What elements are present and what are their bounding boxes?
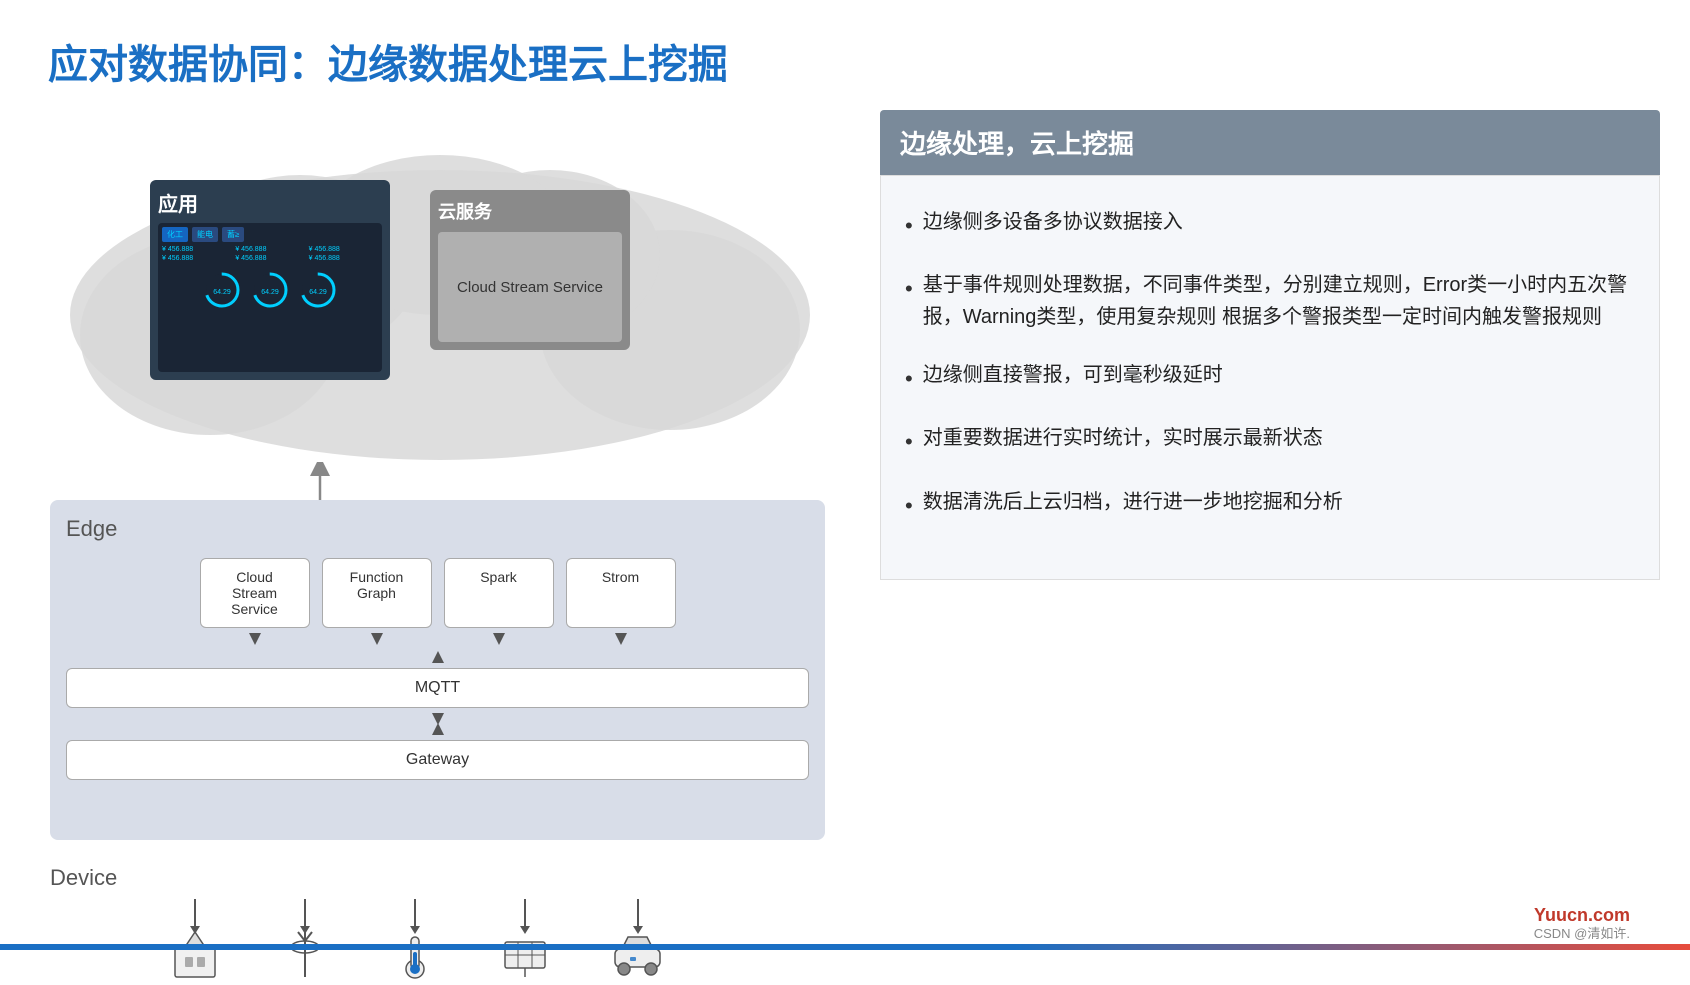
bullet-2: • 基于事件规则处理数据，不同事件类型，分别建立规则，Error类一小时内五次警… [905, 269, 1635, 333]
svg-text:64.29: 64.29 [213, 289, 231, 296]
bullet-1: • 边缘侧多设备多协议数据接入 [905, 206, 1635, 243]
device-area: Device [50, 865, 825, 985]
edge-box: Edge CloudStreamService FunctionGraph Sp… [50, 500, 825, 840]
device-arrow-5 [637, 899, 639, 927]
device-arrow-3 [414, 899, 416, 927]
edge-label: Edge [66, 516, 809, 542]
gauge-1: 64.29 [202, 270, 242, 310]
bullet-3: • 边缘侧直接警报，可到毫秒级延时 [905, 359, 1635, 396]
device-solar [500, 899, 550, 982]
app-label: 应用 [158, 188, 198, 217]
bullet-5: • 数据清洗后上云归档，进行进一步地挖掘和分析 [905, 486, 1635, 523]
bullet-text-1: 边缘侧多设备多协议数据接入 [923, 206, 1183, 238]
wind-turbine-icon [280, 927, 330, 982]
right-header: 边缘处理，云上挖掘 [880, 110, 1660, 175]
bullet-text-2: 基于事件规则处理数据，不同事件类型，分别建立规则，Error类一小时内五次警报，… [923, 269, 1635, 333]
solar-icon [500, 927, 550, 982]
footer-bar [0, 944, 1690, 950]
cloud-stream-inner: Cloud Stream Service [438, 232, 622, 342]
device-icons [170, 899, 825, 982]
app-screen: 化工 能电 蓄≥ ¥ 456.888 ¥ 456.888 ¥ 456.888 ¥… [158, 223, 382, 372]
app-box: 应用 化工 能电 蓄≥ ¥ 456.888 ¥ 456.888 ¥ 456.88… [150, 180, 390, 380]
bullet-text-5: 数据清洗后上云归档，进行进一步地挖掘和分析 [923, 486, 1343, 518]
cloud-stream-text: Cloud Stream Service [457, 277, 603, 298]
data-cell: ¥ 456.888 [162, 255, 231, 262]
ev-car-icon [610, 927, 665, 982]
bullet-dot-5: • [905, 488, 913, 523]
data-cell: ¥ 456.888 [235, 255, 304, 262]
device-arrow-4 [524, 899, 526, 927]
bullet-dot-3: • [905, 361, 913, 396]
mqtt-box: MQTT [66, 668, 809, 708]
device-arrow-1 [194, 899, 196, 927]
spark-box: Spark [444, 558, 554, 628]
left-diagram: 应用 化工 能电 蓄≥ ¥ 456.888 ¥ 456.888 ¥ 456.88… [30, 110, 850, 910]
device-arrows-row [170, 899, 665, 982]
data-cell: ¥ 456.888 [309, 255, 378, 262]
page-title: 应对数据协同：边缘数据处理云上挖掘 [48, 32, 728, 90]
cloud-stream-service-box: CloudStreamService [200, 558, 310, 628]
device-ev [610, 899, 665, 982]
edge-services: CloudStreamService FunctionGraph Spark S… [66, 558, 809, 628]
bullet-text-3: 边缘侧直接警报，可到毫秒级延时 [923, 359, 1223, 391]
cloud-service-label: 云服务 [438, 198, 492, 224]
right-content: • 边缘侧多设备多协议数据接入 • 基于事件规则处理数据，不同事件类型，分别建立… [880, 175, 1660, 580]
gauge-2: 64.29 [250, 270, 290, 310]
bullet-text-4: 对重要数据进行实时统计，实时展示最新状态 [923, 422, 1323, 454]
data-cell: ¥ 456.888 [235, 246, 304, 253]
svg-text:64.29: 64.29 [309, 289, 327, 296]
app-tab-1: 化工 [162, 227, 188, 242]
svg-text:64.29: 64.29 [261, 289, 279, 296]
device-factory [170, 899, 220, 982]
factory-icon [170, 927, 220, 982]
data-cell: ¥ 456.888 [162, 246, 231, 253]
bullet-dot-1: • [905, 208, 913, 243]
bullet-4: • 对重要数据进行实时统计，实时展示最新状态 [905, 422, 1635, 459]
strom-box: Strom [566, 558, 676, 628]
gauge-3: 64.29 [298, 270, 338, 310]
thermometer-icon [390, 927, 440, 982]
right-panel: 边缘处理，云上挖掘 • 边缘侧多设备多协议数据接入 • 基于事件规则处理数据，不… [880, 110, 1660, 890]
device-thermometer [390, 899, 440, 982]
function-graph-box: FunctionGraph [322, 558, 432, 628]
app-tab-2: 能电 [192, 227, 218, 242]
footer-csdn: CSDN @清如许. [1534, 923, 1630, 942]
device-windturbine [280, 899, 330, 982]
device-label: Device [50, 865, 825, 891]
cloud-service-box: 云服务 Cloud Stream Service [430, 190, 630, 350]
bullet-dot-4: • [905, 424, 913, 459]
gateway-box: Gateway [66, 740, 809, 780]
device-arrow-2 [304, 899, 306, 927]
data-cell: ¥ 456.888 [309, 246, 378, 253]
app-tab-3: 蓄≥ [222, 227, 244, 242]
bullet-dot-2: • [905, 271, 913, 306]
cloud-shape: 应用 化工 能电 蓄≥ ¥ 456.888 ¥ 456.888 ¥ 456.88… [50, 130, 830, 470]
